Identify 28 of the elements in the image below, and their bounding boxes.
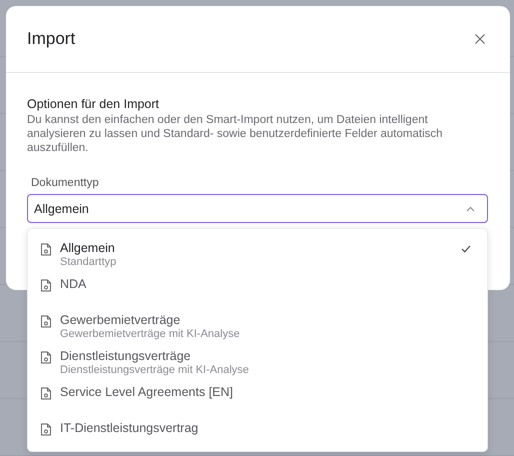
dialog-title: Import bbox=[27, 29, 76, 49]
option-label: IT-Dienstleistungsvertrag bbox=[60, 421, 200, 436]
option-label: Gewerbemietverträge bbox=[60, 313, 182, 328]
menu-option[interactable]: Dienstleistungsverträge Dienstleistungsverträge mit KI-Analyse bbox=[28, 345, 487, 374]
option-subtitle: Dienstleistungsverträge mit KI-Analyse bbox=[60, 364, 250, 377]
document-icon bbox=[40, 351, 52, 364]
option-label: Dienstleistungsverträge bbox=[60, 349, 192, 364]
document-icon bbox=[40, 315, 52, 328]
menu-option[interactable]: Gewerbemietverträge Gewerbemietverträge mit KI-Analyse bbox=[28, 309, 487, 338]
section-title: Optionen für den Import bbox=[27, 96, 160, 112]
menu-option[interactable]: NDA bbox=[28, 273, 487, 302]
option-subtitle: Gewerbemietverträge mit KI-Analyse bbox=[60, 328, 241, 341]
option-label: NDA bbox=[60, 277, 88, 292]
document-icon bbox=[40, 387, 52, 400]
option-subtitle: Standarttyp bbox=[60, 256, 118, 269]
menu-option[interactable]: IT-Dienstleistungsvertrag bbox=[28, 417, 487, 446]
document-icon bbox=[40, 279, 52, 292]
menu-option[interactable]: Allgemein Standarttyp bbox=[28, 237, 487, 266]
document-type-select[interactable]: Allgemein bbox=[27, 194, 488, 223]
field-label: Dokumenttyp bbox=[31, 177, 100, 189]
document-icon bbox=[40, 423, 52, 436]
check-icon bbox=[461, 245, 471, 253]
option-label: Allgemein bbox=[60, 241, 116, 256]
description: Du kannst den einfachen oder den Smart-Import nutzen, um Dateien intelligent analysieren zu lassen und Standard- sowie benutzerdefinierte Felder automatisch auszufüllen. bbox=[27, 113, 444, 155]
caret-icon bbox=[466, 206, 475, 212]
document-icon bbox=[40, 243, 52, 256]
option-label: Service Level Agreements [EN] bbox=[60, 385, 234, 400]
menu-option[interactable]: Service Level Agreements [EN] bbox=[28, 381, 487, 410]
